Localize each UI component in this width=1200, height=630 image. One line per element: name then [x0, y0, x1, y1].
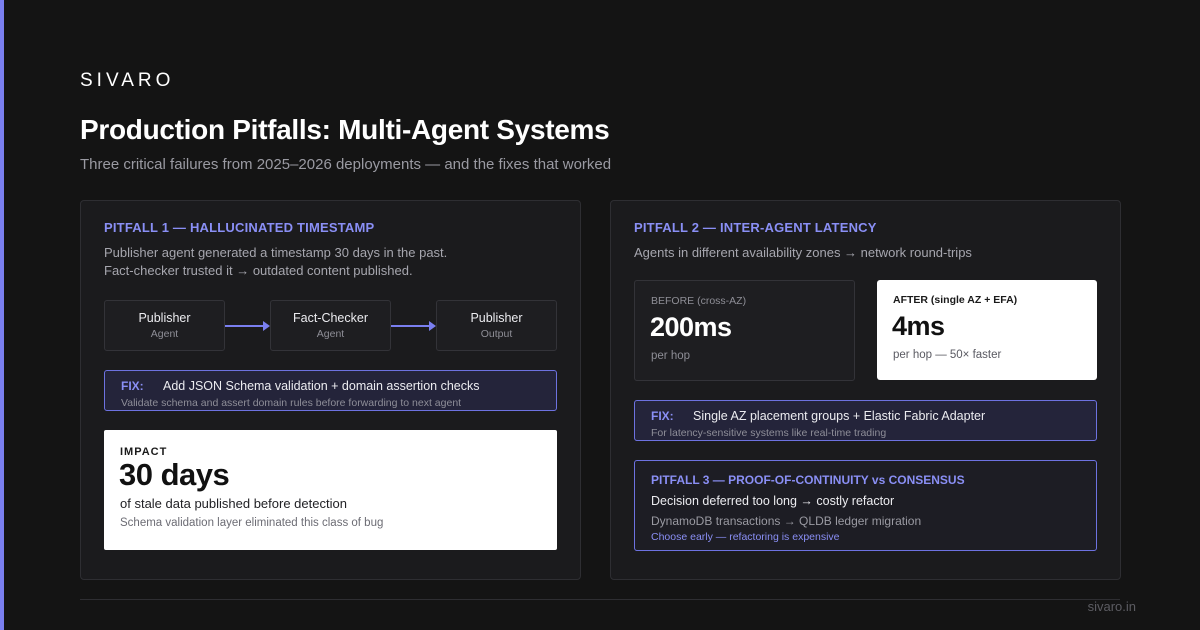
pitfall-1-heading: PITFALL 1 — HALLUCINATED TIMESTAMP [104, 220, 375, 235]
metric-value: 200ms [650, 312, 732, 342]
metric-sub: per hop — 50× faster [893, 349, 1002, 361]
footer-divider [80, 599, 1120, 600]
fix-text: Add JSON Schema validation + domain asse… [163, 379, 480, 393]
pitfall-1-impact-panel: IMPACT 30 days of stale data published b… [104, 430, 557, 550]
metric-sub: per hop [651, 350, 691, 362]
page-subtitle: Three critical failures from 2025–2026 d… [80, 156, 612, 173]
latency-before-panel: BEFORE (cross-AZ) 200ms per hop [634, 280, 855, 381]
flow-node-sub: Output [480, 328, 513, 340]
flow-node-publisher-output: Publisher Output [436, 300, 557, 351]
fix-subtext: For latency-sensitive systems like real-… [651, 427, 887, 439]
pitfall-1-card: PITFALL 1 — HALLUCINATED TIMESTAMP Publi… [80, 200, 581, 580]
brand-logo: SIVARO [80, 70, 175, 91]
pitfall-1-fix-box: FIX: Add JSON Schema validation + domain… [104, 370, 557, 411]
flow-node-title: Fact-Checker [292, 311, 369, 325]
pitfall-2-card: PITFALL 2 — INTER-AGENT LATENCY Agents i… [610, 200, 1121, 580]
accent-bar [0, 0, 4, 630]
fix-label: FIX: [651, 409, 674, 423]
impact-note: Schema validation layer eliminated this … [120, 517, 384, 529]
fix-text: Single AZ placement groups + Elastic Fab… [693, 409, 986, 423]
flow-node-sub: Agent [316, 328, 345, 340]
pitfall-2-heading: PITFALL 2 — INTER-AGENT LATENCY [634, 220, 877, 235]
pitfall-3-line-3: Choose early — refactoring is expensive [651, 531, 840, 543]
flow-node-title: Publisher [138, 311, 191, 325]
flow-node-sub: Agent [150, 328, 179, 340]
pitfall-1-desc-line-1: Publisher agent generated a timestamp 30… [104, 245, 448, 260]
footer-url: sivaro.in [1087, 599, 1136, 614]
flow-node-fact-checker-agent: Fact-Checker Agent [270, 300, 391, 351]
flow-node-publisher-agent: Publisher Agent [104, 300, 225, 351]
pitfall-2-description: Agents in different availability zones →… [634, 245, 972, 260]
pitfall-3-heading: PITFALL 3 — PROOF-OF-CONTINUITY vs CONSE… [651, 473, 965, 487]
flow-arrow-icon [225, 321, 270, 331]
fix-label: FIX: [121, 379, 144, 393]
metric-label: AFTER (single AZ + EFA) [893, 294, 1018, 306]
fix-subtext: Validate schema and assert domain rules … [121, 397, 462, 409]
pitfall-1-description: Publisher agent generated a timestamp 30… [104, 244, 447, 280]
impact-value: 30 days [119, 457, 230, 492]
pitfall-1-desc-line-2: Fact-checker trusted it → outdated conte… [104, 263, 413, 278]
flow-arrow-icon [391, 321, 436, 331]
impact-description: of stale data published before detection [120, 496, 347, 511]
pitfall-3-line-2: DynamoDB transactions → QLDB ledger migr… [651, 514, 922, 528]
pitfall-3-box: PITFALL 3 — PROOF-OF-CONTINUITY vs CONSE… [634, 460, 1097, 551]
metric-label: BEFORE (cross-AZ) [651, 295, 747, 307]
metric-value: 4ms [892, 311, 945, 341]
flow-node-title: Publisher [470, 311, 523, 325]
pitfall-2-fix-box: FIX: Single AZ placement groups + Elasti… [634, 400, 1097, 441]
page-title: Production Pitfalls: Multi-Agent Systems [80, 114, 610, 145]
pitfall-3-line-1: Decision deferred too long → costly refa… [651, 494, 895, 508]
latency-after-panel: AFTER (single AZ + EFA) 4ms per hop — 50… [877, 280, 1097, 380]
